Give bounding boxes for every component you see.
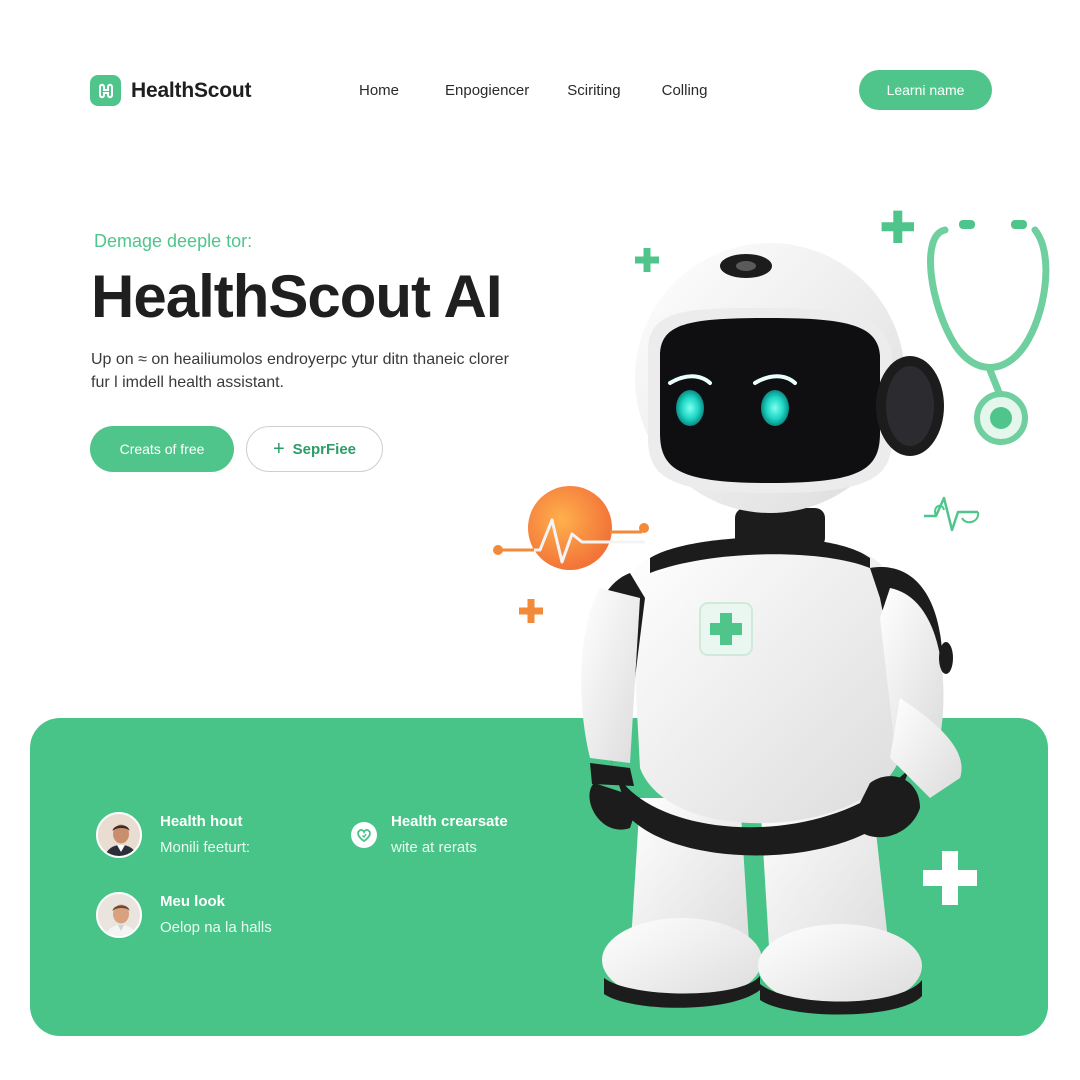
brand-name: HealthScout	[131, 78, 252, 102]
hero-eyebrow: Demage deeple tor:	[94, 231, 253, 251]
page-frame: HealthScout Home Enpogiencer Sciriting C…	[0, 0, 1080, 1080]
feature-title: Health crearsate	[391, 813, 508, 830]
feature-subtitle: wite at rerats	[391, 839, 477, 856]
secondary-cta-button[interactable]: + SeprFiee	[246, 426, 383, 472]
secondary-cta-label: SeprFiee	[292, 440, 357, 458]
heart-icon	[351, 822, 377, 848]
hero-title: HealthScout AI	[91, 263, 502, 330]
nav-link-sciriting[interactable]: Sciriting	[567, 82, 620, 99]
nav-link-home[interactable]: Home	[359, 82, 399, 99]
top-navigation: HealthScout Home Enpogiencer Sciriting C…	[90, 70, 992, 110]
feature-item-health-crearsate[interactable]: Health crearsate wite at rerats	[351, 812, 508, 856]
feature-item-health-hout[interactable]: Health hout Monili feeturt:	[96, 812, 250, 858]
robot-illustration	[581, 243, 962, 1015]
feature-item-meu-look[interactable]: Meu look Oelop na la halls	[96, 892, 272, 938]
avatar	[96, 892, 142, 938]
nav-links: Home Enpogiencer Sciriting Colling	[359, 82, 707, 99]
feature-subtitle: Oelop na la halls	[160, 919, 272, 936]
medical-cross-icon	[519, 599, 543, 623]
nav-link-enpogiencer[interactable]: Enpogiencer	[445, 82, 529, 99]
feature-title: Meu look	[160, 893, 226, 910]
hero-description-line-2: fur l imdell health assistant.	[91, 374, 284, 391]
brand[interactable]: HealthScout	[90, 75, 252, 106]
plus-icon: +	[272, 438, 285, 460]
avatar	[96, 812, 142, 858]
medical-logo-icon	[90, 75, 121, 106]
feature-subtitle: Monili feeturt:	[160, 839, 251, 856]
nav-cta-button[interactable]: Learni name	[859, 70, 992, 110]
primary-cta-button[interactable]: Creats of free	[90, 426, 234, 472]
hero-description-line-1: Up on ≈ on heailiumolos endroyerpc ytur …	[91, 351, 509, 368]
feature-title: Health hout	[160, 813, 243, 830]
nav-link-colling[interactable]: Colling	[662, 82, 708, 99]
hero-description: Up on ≈ on heailiumolos endroyerpc ytur …	[91, 348, 571, 394]
